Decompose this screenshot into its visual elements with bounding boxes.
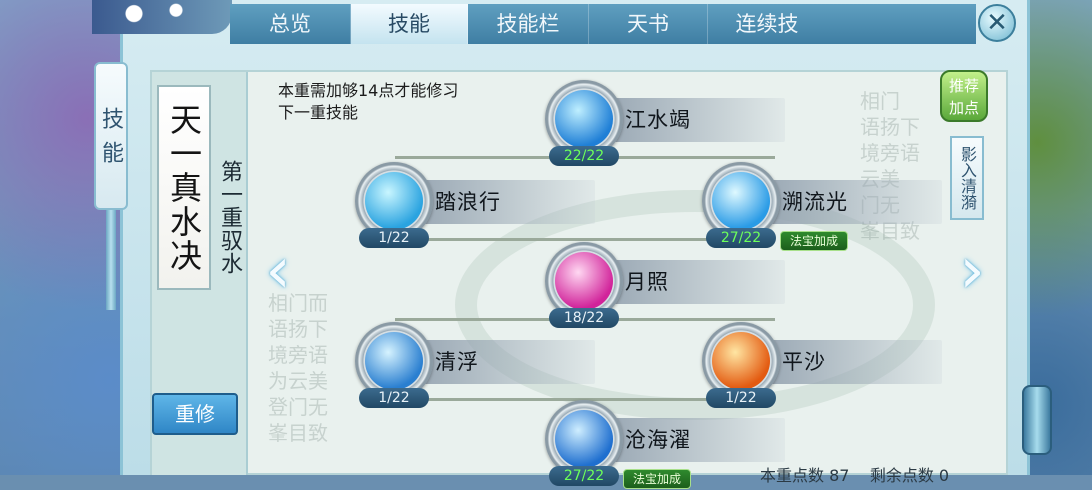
points-readout: 本重点数 87 剩余点数 0 <box>760 462 949 486</box>
skill-icon <box>712 172 770 230</box>
close-icon[interactable]: ✕ <box>978 4 1016 42</box>
tab-skills[interactable]: 技能 <box>351 4 468 44</box>
skill-level: 27/22 <box>549 466 619 486</box>
reset-button[interactable]: 重修 <box>152 393 238 435</box>
current-points-label: 本重点数 <box>760 466 825 485</box>
skill-icon <box>555 410 613 468</box>
skill-icon <box>555 252 613 310</box>
skill-node[interactable]: 沧海濯 27/22 法宝加成 <box>545 400 795 490</box>
skill-icon <box>365 332 423 390</box>
skill-node[interactable]: 月照 18/22 <box>545 242 795 332</box>
current-points-value: 87 <box>829 466 850 485</box>
skill-name: 踏浪行 <box>435 190 501 214</box>
school-title-scroll: 天一真水决 <box>157 85 211 290</box>
skill-icon <box>712 332 770 390</box>
skill-name: 平沙 <box>782 350 826 374</box>
skill-icon <box>555 90 613 148</box>
skill-icon <box>365 172 423 230</box>
chevron-right-icon[interactable]: › <box>952 238 992 308</box>
skill-level: 1/22 <box>359 388 429 408</box>
tab-combo[interactable]: 连续技 <box>708 4 826 44</box>
skill-level: 1/22 <box>359 228 429 248</box>
skill-node[interactable]: 江水竭 22/22 <box>545 80 795 170</box>
skill-node[interactable]: 平沙 1/22 <box>702 322 952 412</box>
tab-skill-bar[interactable]: 技能栏 <box>468 4 589 44</box>
requirement-note: 本重需加够14点才能修习下一重技能 <box>278 81 459 122</box>
shadow-ripple-tag[interactable]: 影入清漪 <box>950 136 984 220</box>
layer-title: 第一重驭水 <box>217 160 242 275</box>
skill-name: 月照 <box>625 270 669 294</box>
remaining-points-value: 0 <box>938 466 950 485</box>
skill-name: 江水竭 <box>625 108 691 132</box>
side-pole <box>106 210 116 310</box>
lantern-ornament <box>1022 385 1052 455</box>
tab-overview[interactable]: 总览 <box>230 4 351 44</box>
tab-tianshu[interactable]: 天书 <box>589 4 708 44</box>
fabao-bonus-badge: 法宝加成 <box>623 469 691 489</box>
skill-name: 清浮 <box>435 350 479 374</box>
remaining-points-label: 剩余点数 <box>869 466 934 485</box>
skill-name: 沧海濯 <box>625 428 691 452</box>
skill-node[interactable]: 溯流光 27/22 法宝加成 <box>702 162 952 252</box>
tab-bar: 总览 技能 技能栏 天书 连续技 <box>230 4 976 44</box>
skill-name: 溯流光 <box>782 190 848 214</box>
chevron-left-icon[interactable]: ‹ <box>258 238 298 308</box>
flower-ornament <box>92 0 232 34</box>
skill-node[interactable]: 踏浪行 1/22 <box>355 162 605 252</box>
skill-node[interactable]: 清浮 1/22 <box>355 322 605 412</box>
recommend-points-button[interactable]: 推荐加点 <box>940 70 988 122</box>
side-tab-skills[interactable]: 技能 <box>94 62 128 210</box>
